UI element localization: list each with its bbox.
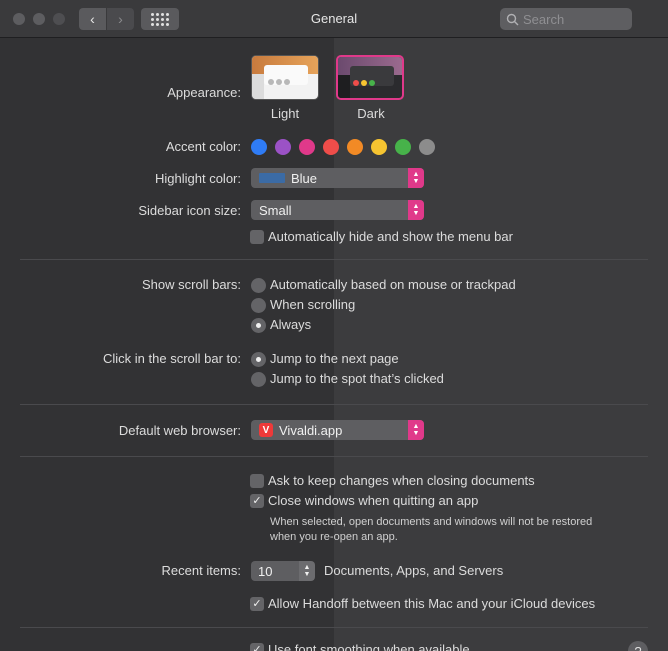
divider [20,456,648,457]
title-bar: ‹ › General [0,0,668,38]
popup-arrows-icon: ▲ ▼ [408,420,424,440]
highlight-swatch [259,173,285,183]
font-smoothing-checkbox[interactable]: ✓ [250,643,264,651]
handoff-label: Allow Handoff between this Mac and your … [268,596,596,611]
scroll-auto-label: Automatically based on mouse or trackpad [270,277,516,292]
search-field[interactable] [500,8,632,30]
checkmark-icon: ✓ [252,644,262,651]
search-icon [506,13,519,25]
appearance-light-option[interactable] [251,55,319,100]
handoff-checkbox[interactable]: ✓ [250,597,264,611]
close-windows-label: Close windows when quitting an app [268,493,479,508]
accent-color-swatch[interactable] [299,139,315,155]
default-browser-popup[interactable]: V Vivaldi.app ▲ ▼ [251,420,424,440]
recent-items-label: Recent items: [161,563,241,578]
default-browser-label: Default web browser: [118,423,241,438]
jump-next-page-label: Jump to the next page [270,351,399,366]
accent-color-swatch[interactable] [323,139,339,155]
close-windows-note-line2: when you re-open an app. [270,531,398,543]
default-browser-value: Vivaldi.app [279,422,343,438]
font-smoothing-label: Use font smoothing when available [268,642,470,651]
divider [20,259,648,260]
preferences-window: ‹ › General Appearance: [0,0,668,651]
accent-color-label: Accent color: [165,139,241,154]
appearance-light-label: Light [270,106,300,121]
scroll-always-radio[interactable] [251,318,266,333]
scroll-bars-label: Show scroll bars: [142,277,241,292]
recent-items-field[interactable]: 10 [251,561,299,581]
highlight-color-value: Blue [291,170,318,186]
jump-to-spot-label: Jump to the spot that’s clicked [270,371,444,386]
jump-next-page-radio[interactable] [251,352,266,367]
sidebar-icon-size-popup[interactable]: Small ▲ ▼ [251,200,424,220]
accent-color-swatch[interactable] [251,139,267,155]
appearance-dark-label: Dark [357,106,385,121]
popup-arrows-icon: ▲ ▼ [408,168,424,188]
menubar-autohide-label: Automatically hide and show the menu bar [268,229,513,244]
divider [20,627,648,628]
accent-color-swatch[interactable] [275,139,291,155]
popup-arrows-icon: ▲ ▼ [408,200,424,220]
accent-color-swatch[interactable] [419,139,435,155]
accent-color-swatch[interactable] [395,139,411,155]
recent-items-suffix: Documents, Apps, and Servers [324,563,504,578]
highlight-color-popup[interactable]: Blue ▲ ▼ [251,168,424,188]
question-icon: ? [634,643,642,651]
checkmark-icon: ✓ [252,495,262,507]
ask-keep-changes-label: Ask to keep changes when closing documen… [268,473,535,488]
scroll-always-label: Always [270,317,312,332]
vivaldi-icon: V [259,423,273,437]
search-input[interactable] [523,11,623,27]
close-windows-note-line1: When selected, open documents and window… [270,516,593,528]
close-windows-checkbox[interactable]: ✓ [250,494,264,508]
jump-to-spot-radio[interactable] [251,372,266,387]
sidebar-icon-size-label: Sidebar icon size: [138,203,241,218]
accent-color-swatch[interactable] [347,139,363,155]
menubar-autohide-checkbox[interactable] [250,230,264,244]
scroll-auto-radio[interactable] [251,278,266,293]
divider [20,404,648,405]
accent-color-swatch[interactable] [371,139,387,155]
appearance-label: Appearance: [167,85,241,100]
recent-items-stepper[interactable]: ▲ ▼ [299,561,315,581]
checkmark-icon: ✓ [252,598,262,610]
sidebar-icon-size-value: Small [259,202,292,218]
appearance-dark-option[interactable] [336,55,404,100]
ask-keep-changes-checkbox[interactable] [250,474,264,488]
scroll-when-scrolling-label: When scrolling [270,297,356,312]
scroll-when-scrolling-radio[interactable] [251,298,266,313]
highlight-color-label: Highlight color: [155,171,241,186]
click-scroll-label: Click in the scroll bar to: [103,351,241,366]
help-button[interactable]: ? [628,641,648,651]
